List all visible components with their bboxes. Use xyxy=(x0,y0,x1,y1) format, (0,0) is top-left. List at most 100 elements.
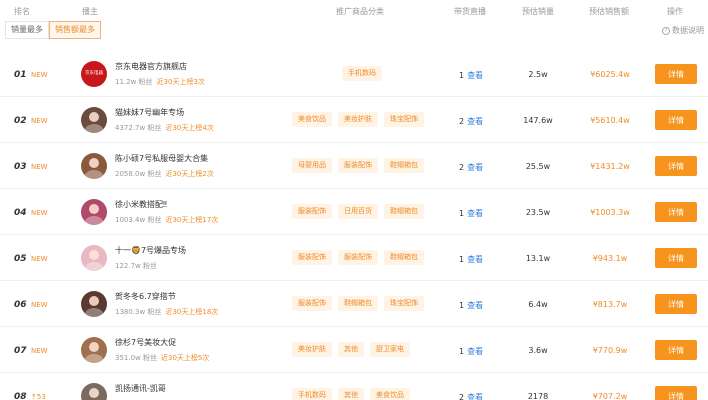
rank-number: 08 xyxy=(14,392,27,400)
estimated-sales: 23.5w xyxy=(525,208,551,217)
estimated-amount: ¥6025.4w xyxy=(590,70,630,79)
category-tag[interactable]: 服装配饰 xyxy=(292,296,332,311)
avatar[interactable] xyxy=(81,199,107,225)
rank-badge: NEW xyxy=(31,347,48,355)
live-count-number: 2 xyxy=(459,393,465,400)
avatar[interactable] xyxy=(81,153,107,179)
live-count-number: 1 xyxy=(459,347,465,356)
rank-badge: NEW xyxy=(31,301,48,309)
avatar[interactable] xyxy=(81,107,107,133)
live-count: 1 查看 xyxy=(459,254,483,265)
table-row: 01 NEW 京东电器 京东电器官方旗舰店 11.2w 粉丝 近30天上榜3次 手… xyxy=(0,51,708,97)
live-view-link[interactable]: 查看 xyxy=(467,71,483,80)
detail-button[interactable]: 详情 xyxy=(655,386,697,400)
category-tags: 美食饮品 美妆护肤 珠宝配饰 xyxy=(292,112,424,127)
streamer-name[interactable]: 陈小硕7号私服母婴大合集 xyxy=(115,153,208,164)
avatar[interactable] xyxy=(81,383,107,400)
live-count: 1 查看 xyxy=(459,208,483,219)
estimated-amount: ¥5610.4w xyxy=(590,116,630,125)
detail-button[interactable]: 详情 xyxy=(655,202,697,222)
category-tag[interactable]: 珠宝配饰 xyxy=(384,296,424,311)
category-tag[interactable]: 服装配饰 xyxy=(292,250,332,265)
streamer-fans: 4372.7w 粉丝 近30天上榜4次 xyxy=(115,123,214,133)
rank-badge: NEW xyxy=(31,71,48,79)
rank-number: 01 xyxy=(14,70,27,80)
category-tags: 手机数码 xyxy=(342,66,382,81)
avatar[interactable] xyxy=(81,291,107,317)
table-row: 03 NEW 陈小硕7号私服母婴大合集 2058.0w 粉丝 近30天上榜2次 母… xyxy=(0,143,708,189)
streamer-name[interactable]: 徐小米教搭配‼ xyxy=(115,199,167,210)
hot-count: 近30天上榜18次 xyxy=(165,308,219,316)
live-view-link[interactable]: 查看 xyxy=(467,393,483,400)
rank-number: 07 xyxy=(14,346,27,356)
category-tag[interactable]: 美妆护肤 xyxy=(292,342,332,357)
avatar[interactable] xyxy=(81,245,107,271)
category-tag[interactable]: 其他 xyxy=(338,388,364,400)
category-tag[interactable]: 珠宝配饰 xyxy=(384,112,424,127)
category-tag[interactable]: 服装配饰 xyxy=(338,158,378,173)
streamer-name[interactable]: 贺冬冬6.7穿搭节 xyxy=(115,291,176,302)
category-tag[interactable]: 鞋帽箱包 xyxy=(384,158,424,173)
live-view-link[interactable]: 查看 xyxy=(467,255,483,264)
rank-badge: NEW xyxy=(31,255,48,263)
detail-button[interactable]: 详情 xyxy=(655,156,697,176)
hot-count: 近30天上榜3次 xyxy=(156,78,205,86)
category-tag[interactable]: 鞋帽箱包 xyxy=(384,204,424,219)
streamer-name[interactable]: 凯扬通讯-凯哥 xyxy=(115,383,166,394)
live-count: 1 查看 xyxy=(459,70,483,81)
detail-button[interactable]: 详情 xyxy=(655,110,697,130)
fans-count: 2058.0w 粉丝 xyxy=(115,170,162,178)
estimated-amount: ¥1431.2w xyxy=(590,162,630,171)
streamer-name[interactable]: 徐杉7号美妆大促 xyxy=(115,337,176,348)
live-view-link[interactable]: 查看 xyxy=(467,163,483,172)
sort-tabs: 销量最多 销售额最多 xyxy=(5,21,101,39)
fans-count: 1380.3w 粉丝 xyxy=(115,308,162,316)
category-tags: 服装配饰 鞋帽箱包 珠宝配饰 xyxy=(292,296,424,311)
table-row: 07 NEW 徐杉7号美妆大促 351.0w 粉丝 近30天上榜5次 美妆护肤 其他… xyxy=(0,327,708,373)
streamer-name[interactable]: 京东电器官方旗舰店 xyxy=(115,61,187,72)
live-view-link[interactable]: 查看 xyxy=(467,209,483,218)
category-tag[interactable]: 手机数码 xyxy=(292,388,332,400)
category-tag[interactable]: 美妆护肤 xyxy=(338,112,378,127)
rank-badge: NEW xyxy=(31,117,48,125)
hot-count: 近30天上榜4次 xyxy=(165,124,214,132)
category-tag[interactable]: 美食饮品 xyxy=(292,112,332,127)
category-tag[interactable]: 厨卫家电 xyxy=(370,342,410,357)
live-count-number: 2 xyxy=(459,163,465,172)
category-tag[interactable]: 母婴用品 xyxy=(292,158,332,173)
live-view-link[interactable]: 查看 xyxy=(467,347,483,356)
category-tag[interactable]: 其他 xyxy=(338,342,364,357)
streamer-fans: 2058.0w 粉丝 近30天上榜2次 xyxy=(115,169,214,179)
header-live: 带货直播 xyxy=(454,7,486,16)
avatar[interactable]: 京东电器 xyxy=(81,61,107,87)
table-row: 05 NEW 十一🦁7号爆品专场 122.7w 粉丝 服装配饰 服装配饰 鞋帽箱包 … xyxy=(0,235,708,281)
live-view-link[interactable]: 查看 xyxy=(467,301,483,310)
data-help[interactable]: ? 数据说明 xyxy=(662,25,704,36)
category-tag[interactable]: 美食饮品 xyxy=(370,388,410,400)
category-tag[interactable]: 服装配饰 xyxy=(338,250,378,265)
tab-amount-most[interactable]: 销售额最多 xyxy=(49,21,101,39)
detail-button[interactable]: 详情 xyxy=(655,64,697,84)
detail-button[interactable]: 详情 xyxy=(655,294,697,314)
streamer-fans: 122.7w 粉丝 xyxy=(115,261,161,271)
live-count: 2 查看 xyxy=(459,116,483,127)
streamer-name[interactable]: 十一🦁7号爆品专场 xyxy=(115,245,186,256)
estimated-sales: 2178 xyxy=(527,392,549,400)
live-count: 2 查看 xyxy=(459,392,483,400)
fans-count: 4372.7w 粉丝 xyxy=(115,124,162,132)
category-tag[interactable]: 日用百货 xyxy=(338,204,378,219)
category-tag[interactable]: 手机数码 xyxy=(342,66,382,81)
detail-button[interactable]: 详情 xyxy=(655,248,697,268)
live-count-number: 2 xyxy=(459,117,465,126)
category-tag[interactable]: 鞋帽箱包 xyxy=(384,250,424,265)
header-streamer: 播主 xyxy=(82,7,98,16)
streamer-fans: 11.2w 粉丝 近30天上榜3次 xyxy=(115,77,205,87)
live-view-link[interactable]: 查看 xyxy=(467,117,483,126)
category-tag[interactable]: 鞋帽箱包 xyxy=(338,296,378,311)
streamer-fans: 1380.3w 粉丝 近30天上榜18次 xyxy=(115,307,218,317)
streamer-name[interactable]: 猫妹妹7号幽年专场 xyxy=(115,107,184,118)
tab-sales-most[interactable]: 销量最多 xyxy=(5,21,49,39)
category-tag[interactable]: 服装配饰 xyxy=(292,204,332,219)
detail-button[interactable]: 详情 xyxy=(655,340,697,360)
avatar[interactable] xyxy=(81,337,107,363)
